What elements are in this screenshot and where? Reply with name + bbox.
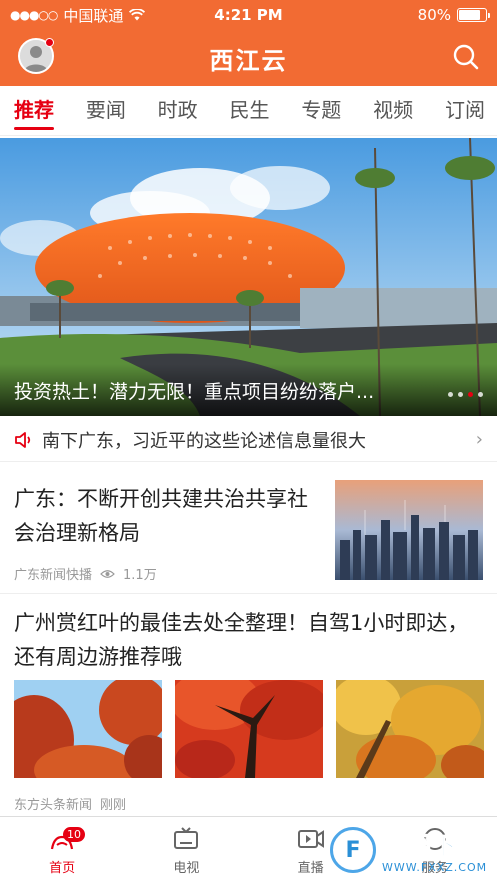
tab-politics[interactable]: 时政 [158,86,198,136]
status-time: 4:21 PM [214,6,283,24]
hero-caption: 投资热土！潜力无限！重点项目纷纷落户... [14,380,375,403]
hero-carousel[interactable]: 投资热土！潜力无限！重点项目纷纷落户... [0,138,497,416]
article-image-row [14,680,484,778]
tab-livelihood[interactable]: 民生 [229,86,269,136]
article-time: 刚刚 [100,798,127,813]
app-title: 西江云 [209,46,288,75]
live-icon [297,830,324,848]
red-maple-tree-image [175,680,323,778]
search-icon[interactable] [451,42,481,72]
watermark-emblem: F [330,827,376,873]
app-header: 西江云 [0,30,497,86]
tab-video[interactable]: 视频 [373,86,413,136]
article-meta: 东方头条新闻 刚刚 [14,794,126,813]
hero-caption-bar: 投资热土！潜力无限！重点项目纷纷落户... [0,364,497,416]
red-leaves-sky-image [14,680,162,778]
speaker-icon [15,431,31,448]
battery-level-fill [459,10,480,20]
ticker-text: 南下广东，习近平的这些论述信息量很大 [42,430,366,452]
news-article-card[interactable]: 广州赏红叶的最佳去处全整理！自驾1小时即达，还有周边游推荐哦 东方头条新闻 刚刚 [0,596,497,816]
carousel-dot [478,392,483,397]
category-tabs: 推荐 要闻 时政 民生 专题 视频 订阅 [0,86,497,136]
nav-home[interactable]: 10 首页 [0,817,124,883]
tab-topics[interactable]: 专题 [301,86,341,136]
home-badge: 10 [63,827,85,842]
article-source: 广东新闻快播 [14,568,93,583]
eye-icon [100,569,115,578]
tab-headlines[interactable]: 要闻 [86,86,126,136]
carousel-dot-active [468,392,473,397]
article-title: 广州赏红叶的最佳去处全整理！自驾1小时即达，还有周边游推荐哦 [14,611,469,669]
watermark-logo: F 飞翔下载 WWW.FXXZ.COM [330,822,490,878]
wifi-icon [129,9,146,21]
carousel-dot [458,392,463,397]
nav-label: 直播 [297,861,324,876]
tab-subscribe[interactable]: 订阅 [445,86,485,136]
article-title: 广东：不断开创共建共治共享社会治理新格局 [14,487,308,545]
tv-icon [174,827,199,849]
carousel-indicator [448,392,483,397]
nav-tv[interactable]: 电视 [124,817,248,883]
battery-icon [457,8,490,22]
carousel-dot [448,392,453,397]
news-article-card[interactable]: 广东：不断开创共建共治共享社会治理新格局 广东新闻快播 1.1万 [0,464,497,594]
article-meta: 广东新闻快播 1.1万 [14,564,157,583]
battery-percentage: 80% [417,6,451,24]
chevron-right-icon: › [475,429,483,450]
nav-label: 电视 [173,861,200,876]
view-count: 1.1万 [123,568,157,583]
carrier-name: 中国联通 [63,6,124,25]
nav-label: 首页 [49,861,76,876]
status-bar: ●●●○○ 中国联通 4:21 PM 80% [0,0,497,30]
city-skyline-image [335,480,483,580]
article-source: 东方头条新闻 [14,798,93,813]
yellow-leaves-image [336,680,484,778]
watermark-main: 飞翔下载 [381,832,482,861]
watermark-url: WWW.FXXZ.COM [382,861,488,874]
notification-dot [45,38,54,47]
tab-recommend[interactable]: 推荐 [14,86,54,136]
signal-strength-icon: ●●●○○ [10,8,58,22]
news-ticker[interactable]: 南下广东，习近平的这些论述信息量很大 › [0,418,497,462]
